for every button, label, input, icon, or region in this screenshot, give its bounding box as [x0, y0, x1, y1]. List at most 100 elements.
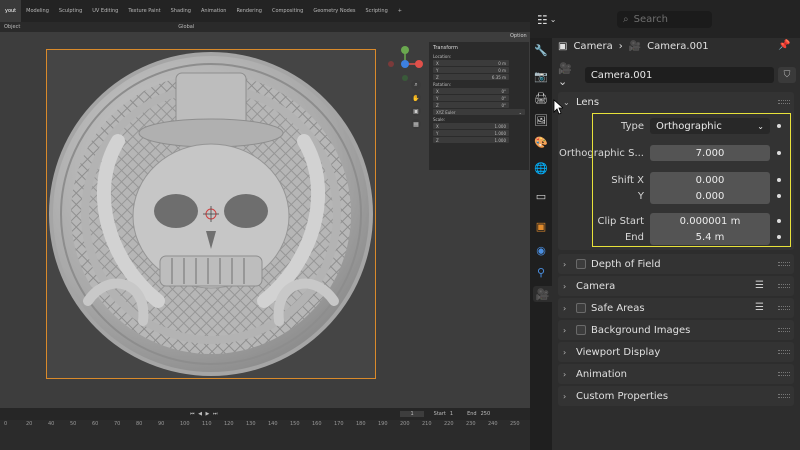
- ruler-tick-label: 0: [4, 421, 8, 427]
- ruler-tick-label: 100: [180, 421, 190, 427]
- tab-layout[interactable]: yout: [0, 0, 22, 22]
- ruler-tick-label: 200: [400, 421, 410, 427]
- editor-type-dropdown[interactable]: ☷ ⌄: [537, 11, 563, 28]
- transform-title: Transform: [433, 45, 458, 51]
- drag-grip-icon: [778, 262, 790, 266]
- drag-grip-icon: [778, 372, 790, 376]
- scene-tab-icon[interactable]: 🎨: [533, 134, 549, 150]
- scale-z-field[interactable]: Z 1.000: [433, 137, 509, 143]
- options-button[interactable]: Option: [510, 33, 527, 39]
- ruler-tick-label: 20: [26, 421, 33, 427]
- animation-title: Animation: [576, 368, 627, 380]
- lens-panel-title: Lens: [576, 96, 600, 108]
- playback-controls-icon[interactable]: ⏮ ◀ ▶ ⏭: [190, 411, 218, 417]
- animation-panel[interactable]: › Animation: [558, 364, 794, 384]
- tab-scripting[interactable]: Scripting: [361, 0, 393, 22]
- ruler-tick-label: 160: [312, 421, 322, 427]
- lens-panel-header[interactable]: ⌄ Lens: [558, 92, 794, 112]
- camera-panel[interactable]: › Camera ☰: [558, 276, 794, 296]
- object-mode-label[interactable]: Object: [4, 24, 20, 30]
- perspective-toggle-icon[interactable]: ▦: [411, 119, 421, 129]
- location-z-field[interactable]: Z 6.35 m: [433, 74, 509, 80]
- search-input[interactable]: ⌕ Search: [617, 11, 712, 28]
- location-y-field[interactable]: Y0 m: [433, 67, 509, 73]
- pan-hand-icon[interactable]: ✋: [411, 93, 421, 103]
- transform-sidebar: Transform Location: X0 m Y0 m Z 6.35 m Ro…: [429, 42, 529, 170]
- chevron-down-icon: ⌄: [563, 97, 570, 107]
- datablock-name-field[interactable]: Camera.001: [584, 67, 775, 83]
- rotation-mode-dropdown[interactable]: XYZ Euler ⌄: [433, 109, 525, 115]
- tab-geometry-nodes[interactable]: Geometry Nodes: [308, 0, 360, 22]
- tab-rendering[interactable]: Rendering: [231, 0, 267, 22]
- scale-x-field[interactable]: X 1.000: [433, 123, 509, 129]
- viewport-display-panel[interactable]: › Viewport Display: [558, 342, 794, 362]
- chevron-right-icon: ›: [563, 303, 567, 313]
- tab-animation[interactable]: Animation: [196, 0, 232, 22]
- ruler-tick-label: 210: [422, 421, 432, 427]
- depth-of-field-panel[interactable]: › Depth of Field: [558, 254, 794, 274]
- world-tab-icon[interactable]: 🌐: [533, 160, 549, 176]
- presets-list-icon[interactable]: ☰: [755, 302, 764, 313]
- add-workspace-button[interactable]: +: [393, 0, 407, 22]
- render-tab-icon[interactable]: 📷: [533, 68, 549, 84]
- camera-panel-title: Camera: [576, 280, 616, 292]
- rotation-x-field[interactable]: X 0°: [433, 88, 509, 94]
- tab-shading[interactable]: Shading: [166, 0, 196, 22]
- custom-properties-panel[interactable]: › Custom Properties: [558, 386, 794, 406]
- start-frame-field[interactable]: 1: [450, 411, 453, 417]
- background-images-panel[interactable]: › Background Images: [558, 320, 794, 340]
- drag-grip-icon[interactable]: [778, 100, 790, 104]
- scale-y-field[interactable]: Y 1.000: [433, 130, 509, 136]
- timeline-controls: ⏮ ◀ ▶ ⏭ 1 Start 1 End 250: [0, 408, 530, 420]
- viewport-display-title: Viewport Display: [576, 346, 661, 358]
- tab-uv-editing[interactable]: UV Editing: [87, 0, 123, 22]
- drag-grip-icon: [778, 328, 790, 332]
- chevron-right-icon: ›: [563, 325, 567, 335]
- end-frame-field[interactable]: 250: [481, 411, 491, 417]
- rotation-z-field[interactable]: Z 0°: [433, 102, 509, 108]
- tab-texture-paint[interactable]: Texture Paint: [123, 0, 165, 22]
- camera-browse-icon[interactable]: 🎥⌄: [558, 62, 581, 88]
- location-x-field[interactable]: X0 m: [433, 60, 509, 66]
- breadcrumb-object: Camera: [573, 40, 613, 52]
- chevron-down-icon: ⌄: [549, 15, 557, 24]
- object-tab-icon[interactable]: ▣: [533, 218, 549, 234]
- drag-grip-icon: [778, 350, 790, 354]
- dof-checkbox[interactable]: [576, 259, 586, 269]
- tool-tab-icon[interactable]: 🔧: [533, 42, 549, 58]
- custom-properties-title: Custom Properties: [576, 390, 669, 402]
- ruler-tick-label: 140: [268, 421, 278, 427]
- presets-list-icon[interactable]: ☰: [755, 280, 764, 291]
- search-placeholder: Search: [633, 14, 668, 25]
- dof-title: Depth of Field: [591, 258, 661, 270]
- collection-tab-icon[interactable]: ▭: [533, 188, 549, 204]
- tab-modeling[interactable]: Modeling: [21, 0, 54, 22]
- navigation-gizmo[interactable]: [386, 42, 426, 87]
- datablock-selector: 🎥⌄ Camera.001 ⛉: [558, 62, 796, 88]
- tab-compositing[interactable]: Compositing: [267, 0, 308, 22]
- zoom-icon[interactable]: ⌕: [411, 80, 421, 90]
- ruler-tick-label: 80: [136, 421, 143, 427]
- workspace-tabs: yout Modeling Sculpting UV Editing Textu…: [0, 0, 530, 22]
- fake-user-shield-icon[interactable]: ⛉: [778, 67, 796, 83]
- orientation-dropdown[interactable]: Global: [178, 24, 194, 30]
- tab-sculpting[interactable]: Sculpting: [54, 0, 87, 22]
- current-frame-field[interactable]: 1: [400, 411, 424, 417]
- background-images-checkbox[interactable]: [576, 325, 586, 335]
- ruler-tick-label: 170: [334, 421, 344, 427]
- physics-tab-icon[interactable]: ◉: [533, 242, 549, 258]
- camera-view-icon[interactable]: ▣: [411, 106, 421, 116]
- constraints-tab-icon[interactable]: ⚲: [533, 264, 549, 280]
- rotation-y-field[interactable]: Y 0°: [433, 95, 509, 101]
- camera-data-tab-icon[interactable]: 🎥: [533, 286, 552, 302]
- safe-areas-panel[interactable]: › Safe Areas ☰: [558, 298, 794, 318]
- ruler-tick-label: 60: [92, 421, 99, 427]
- sculpted-medallion: [49, 52, 373, 376]
- pin-icon[interactable]: 📌: [778, 40, 790, 51]
- ruler-tick-label: 220: [444, 421, 454, 427]
- ruler-tick-label: 250: [510, 421, 520, 427]
- ruler-tick-label: 70: [114, 421, 121, 427]
- safe-areas-checkbox[interactable]: [576, 303, 586, 313]
- output-tab-icon[interactable]: 🖨: [533, 90, 549, 106]
- view-layer-tab-icon[interactable]: 🖼: [533, 112, 549, 128]
